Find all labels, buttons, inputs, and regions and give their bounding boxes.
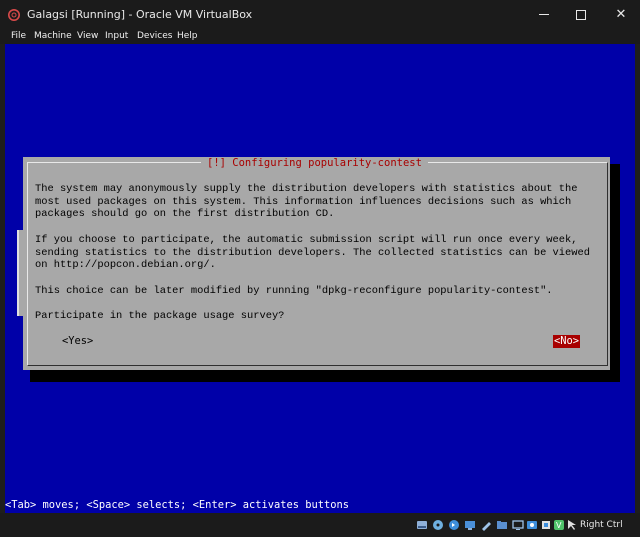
menubar: File Machine View Input Devices Help (0, 30, 640, 44)
hard-disk-icon[interactable] (416, 519, 428, 531)
dialog-question: Participate in the package usage survey? (35, 310, 285, 322)
dialog-title: [!] Configuring popularity-contest (201, 157, 428, 169)
window-titlebar[interactable]: Galagsi [Running] - Oracle VM VirtualBox… (0, 0, 640, 30)
close-button[interactable]: ✕ (598, 0, 640, 30)
yes-button[interactable]: <Yes> (61, 335, 94, 348)
vm-display[interactable]: [!] Configuring popularity-contest The s… (5, 44, 635, 513)
statusbar: V Right Ctrl (0, 513, 640, 537)
host-key-label: Right Ctrl (580, 520, 623, 530)
app-logo-icon (8, 9, 20, 21)
display-icon[interactable] (512, 519, 524, 531)
dialog-paragraph-2: If you choose to participate, the automa… (35, 234, 590, 271)
close-icon: ✕ (615, 7, 627, 22)
menu-file[interactable]: File (11, 31, 26, 41)
guest-additions-icon[interactable]: V (553, 519, 565, 531)
maximize-icon (576, 9, 586, 20)
menu-devices[interactable]: Devices (137, 31, 172, 41)
window-title: Galagsi [Running] - Oracle VM VirtualBox (27, 8, 253, 21)
svg-text:V: V (556, 521, 562, 530)
popcon-dialog: [!] Configuring popularity-contest The s… (23, 157, 610, 370)
optical-drive-icon[interactable] (432, 519, 444, 531)
dialog-shadow-bottom (30, 370, 620, 382)
menu-machine[interactable]: Machine (34, 31, 72, 41)
console-help-line: <Tab> moves; <Space> selects; <Enter> ac… (5, 499, 350, 511)
cpu-icon[interactable] (540, 519, 552, 531)
menu-input[interactable]: Input (105, 31, 128, 41)
mouse-integration-icon[interactable] (566, 519, 578, 531)
audio-icon[interactable] (448, 519, 460, 531)
recording-icon[interactable] (526, 519, 538, 531)
menu-view[interactable]: View (77, 31, 98, 41)
menu-help[interactable]: Help (177, 31, 198, 41)
no-button[interactable]: <No> (553, 335, 581, 348)
network-icon[interactable] (464, 519, 476, 531)
minimize-icon (539, 14, 549, 15)
dialog-paragraph-3: This choice can be later modified by run… (35, 285, 553, 297)
usb-icon[interactable] (480, 519, 492, 531)
dialog-paragraph-1: The system may anonymously supply the di… (35, 183, 578, 220)
shared-folders-icon[interactable] (496, 519, 508, 531)
